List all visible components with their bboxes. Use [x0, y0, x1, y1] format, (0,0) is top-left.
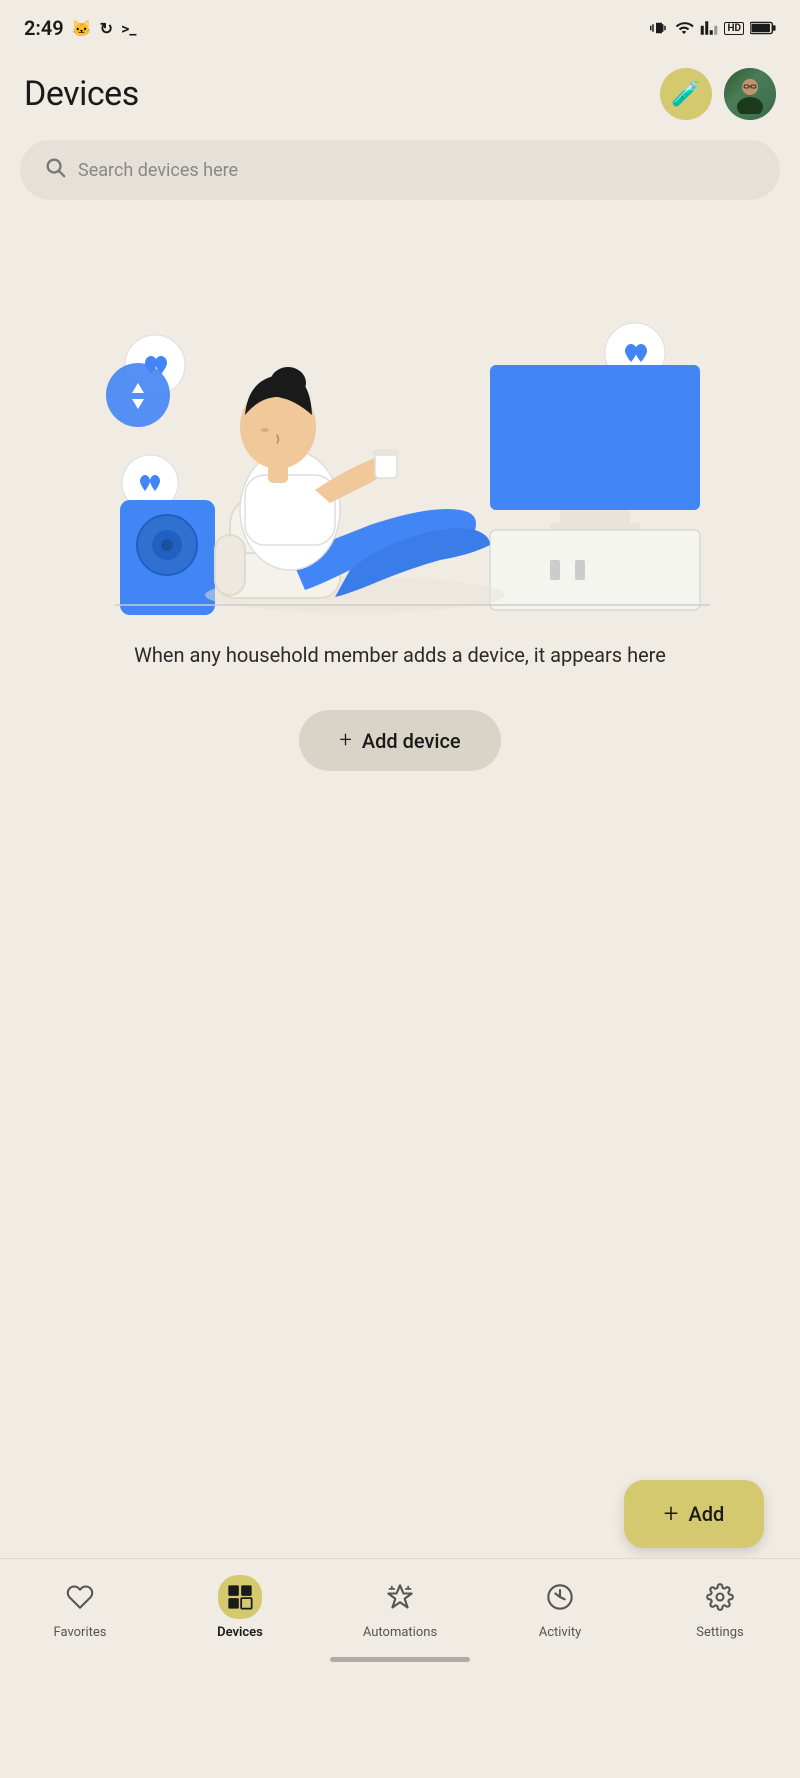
add-device-plus-icon: +: [339, 728, 351, 753]
search-bar[interactable]: Search devices here: [20, 140, 780, 200]
home-indicator: [330, 1657, 470, 1662]
add-device-label: Add device: [362, 729, 461, 753]
status-cat-icon: 🐱: [72, 19, 92, 38]
status-refresh-icon: ↻: [100, 19, 113, 38]
search-placeholder: Search devices here: [78, 160, 238, 181]
hd-badge: HD: [724, 22, 744, 35]
fab-label: Add: [688, 1502, 724, 1526]
devices-icon: [218, 1575, 262, 1619]
avatar-svg: [730, 74, 770, 114]
activity-icon: [538, 1575, 582, 1619]
add-device-button[interactable]: + Add device: [299, 710, 500, 771]
status-icons: HD: [650, 19, 776, 37]
time-display: 2:49: [24, 16, 64, 40]
signal-icon: [700, 19, 718, 37]
status-terminal-icon: >_: [121, 19, 136, 38]
favorites-icon: [58, 1575, 102, 1619]
favorites-label: Favorites: [54, 1625, 107, 1640]
battery-icon: [750, 20, 776, 36]
settings-label: Settings: [696, 1625, 743, 1640]
hero-illustration: [60, 235, 740, 615]
main-content: 2:49 🐱 ↻ >_ HD: [0, 0, 800, 1668]
lab-icon: 🧪: [671, 80, 701, 109]
description-text: When any household member adds a device,…: [0, 620, 800, 690]
avatar-image: [724, 68, 776, 120]
search-icon: [44, 156, 66, 184]
lab-button[interactable]: 🧪: [660, 68, 712, 120]
nav-item-automations[interactable]: Automations: [320, 1575, 480, 1640]
nav-item-favorites[interactable]: Favorites: [0, 1575, 160, 1640]
automations-label: Automations: [363, 1625, 437, 1640]
automations-icon: [378, 1575, 422, 1619]
header-actions: 🧪: [660, 68, 776, 120]
activity-label: Activity: [539, 1625, 582, 1640]
fab-plus-icon: +: [664, 1499, 679, 1529]
wifi-icon: [674, 19, 694, 37]
avatar[interactable]: [724, 68, 776, 120]
illustration-container: [0, 220, 800, 620]
status-bar: 2:49 🐱 ↻ >_ HD: [0, 0, 800, 52]
nav-item-activity[interactable]: Activity: [480, 1575, 640, 1640]
page-title: Devices: [24, 74, 139, 114]
devices-label: Devices: [217, 1625, 263, 1640]
vibrate-icon: [650, 19, 668, 37]
search-container: Search devices here: [0, 140, 800, 220]
nav-item-devices[interactable]: Devices: [160, 1575, 320, 1640]
status-time: 2:49 🐱 ↻ >_: [24, 16, 137, 40]
settings-icon: [698, 1575, 742, 1619]
fab-add-button[interactable]: + Add: [624, 1480, 764, 1548]
header: Devices 🧪: [0, 52, 800, 140]
bottom-navigation: Favorites Devices: [0, 1558, 800, 1668]
nav-item-settings[interactable]: Settings: [640, 1575, 800, 1640]
